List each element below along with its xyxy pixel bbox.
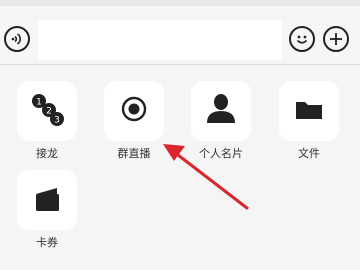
contact-card-label: 个人名片: [199, 147, 243, 160]
chain-label: 接龙: [36, 147, 58, 160]
message-text-input[interactable]: [38, 20, 282, 60]
more-functions-button[interactable]: [323, 26, 349, 52]
file-tile[interactable]: [279, 81, 339, 141]
chain-tile[interactable]: 1 2 3: [17, 81, 77, 141]
contact-card-tile[interactable]: [191, 81, 251, 141]
wallet-coupon-icon: [36, 188, 59, 211]
voice-wave-icon: [11, 33, 21, 45]
coupon-tile[interactable]: [17, 170, 77, 230]
record-live-icon: [121, 96, 147, 122]
person-card-icon: [207, 94, 235, 123]
numbered-chain-icon: 1 2 3: [32, 94, 64, 126]
coupon-label: 卡券: [36, 236, 58, 249]
group-live-tile[interactable]: [104, 81, 164, 141]
emoji-smile-icon: [296, 35, 308, 44]
emoji-button[interactable]: [289, 26, 315, 52]
group-live-label: 群直播: [117, 147, 151, 160]
chain-number-1: 1: [36, 98, 42, 108]
folder-icon: [296, 102, 322, 119]
plus-icon: [330, 33, 342, 45]
chain-number-3: 3: [54, 116, 60, 126]
file-label: 文件: [298, 147, 320, 160]
voice-input-button[interactable]: [4, 26, 30, 52]
chain-number-2: 2: [46, 107, 52, 117]
